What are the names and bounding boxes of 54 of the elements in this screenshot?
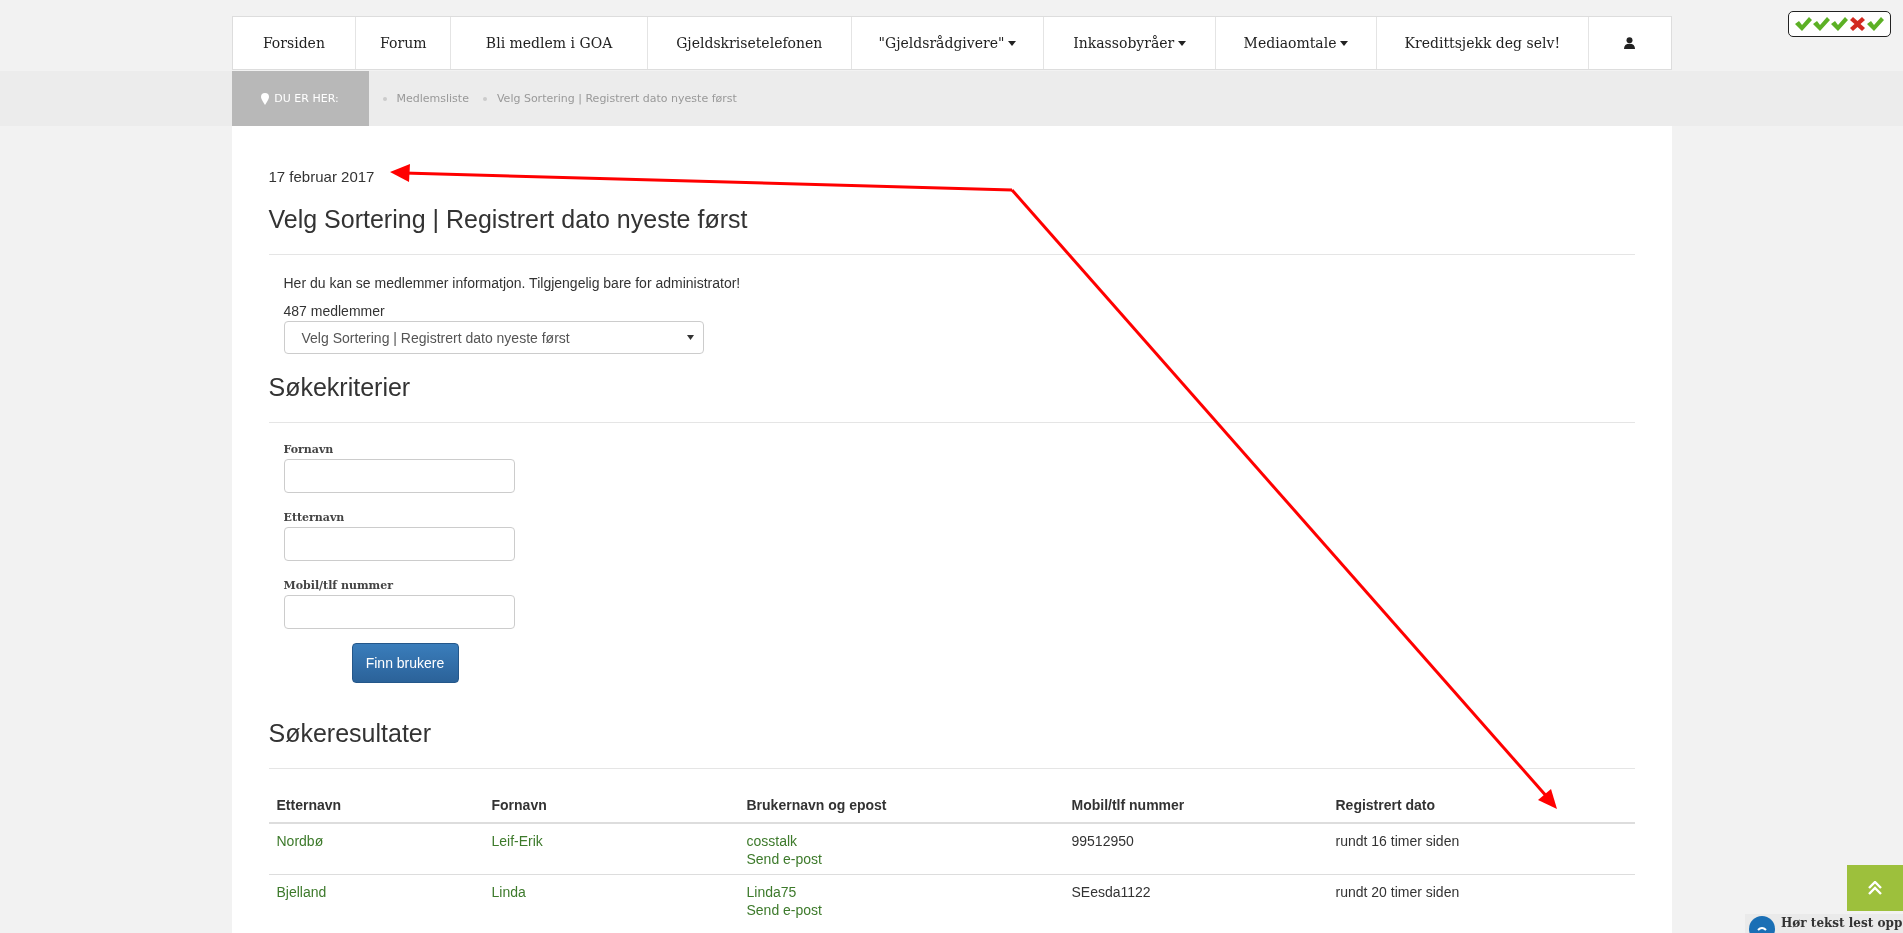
member-count: 487 medlemmer xyxy=(283,303,386,319)
nav-link[interactable]: Gjeldskrisetelefonen xyxy=(647,17,852,69)
caret-icon xyxy=(1008,40,1017,46)
section-heading: Søkeresultater xyxy=(268,719,433,748)
nav-link[interactable]: Forsiden xyxy=(232,17,357,69)
field-label: Mobil/tlf nummer xyxy=(283,579,393,592)
breadcrumb-label: DU ER HER: xyxy=(231,71,369,126)
nav-link[interactable]: Forum xyxy=(356,17,452,69)
nav-link[interactable]: Kredittsjekk deg selv! xyxy=(1376,17,1589,69)
nav-link[interactable]: Bli medlem i GOA xyxy=(451,17,648,69)
post-date: 17 februar 2017 xyxy=(268,168,375,185)
table-link[interactable]: Linda xyxy=(491,884,526,900)
nav-link[interactable]: Mediaomtale xyxy=(1216,17,1377,69)
scroll-top-button[interactable] xyxy=(1847,865,1903,911)
column-header: Registrert dato xyxy=(1335,797,1436,813)
table-cell: rundt 20 timer siden xyxy=(1335,884,1460,900)
column-header: Mobil/tlf nummer xyxy=(1071,797,1185,813)
nav-link[interactable]: "Gjeldsrådgivere" xyxy=(851,17,1045,69)
check-icon xyxy=(1795,17,1812,31)
column-header: Fornavn xyxy=(491,797,547,813)
cross-icon xyxy=(1849,17,1866,31)
field-label: Fornavn xyxy=(283,443,334,456)
table-cell: 99512950 xyxy=(1071,833,1134,849)
user-icon xyxy=(1624,37,1636,49)
input-field[interactable] xyxy=(283,459,515,493)
check-icon xyxy=(1867,17,1884,31)
check-icon xyxy=(1813,17,1830,31)
table-link[interactable]: cosstalk xyxy=(746,832,798,850)
caret-icon xyxy=(1178,40,1187,46)
listen-widget[interactable]: Hør tekst lest opp xyxy=(1745,914,1903,933)
intro-text: Her du kan se medlemmer informatjon. Tilgjengelig bare for administrator! xyxy=(283,275,742,291)
table-link[interactable]: Leif-Erik xyxy=(491,833,543,849)
table-link[interactable]: Bjelland xyxy=(276,884,327,900)
email-link[interactable]: Send e-post xyxy=(746,901,822,919)
double-chevron-up-icon xyxy=(1868,881,1882,895)
table-link[interactable]: Nordbø xyxy=(276,833,324,849)
table-link[interactable]: Linda75 xyxy=(746,883,797,901)
sort-dropdown[interactable]: Velg Sortering | Registrert dato nyeste først xyxy=(283,321,704,354)
field-label: Etternavn xyxy=(283,511,345,524)
input-field[interactable] xyxy=(283,595,515,629)
table-cell: SEesda1122 xyxy=(1071,884,1151,900)
input-field[interactable] xyxy=(283,527,515,561)
check-icon xyxy=(1831,17,1848,31)
nav-link[interactable]: Inkassobyråer xyxy=(1044,17,1217,69)
caret-icon xyxy=(686,335,694,340)
table-cell: rundt 16 timer siden xyxy=(1335,833,1460,849)
page-title: Velg Sortering | Registrert dato nyeste først xyxy=(268,205,749,234)
section-heading: Søkekriterier xyxy=(268,373,412,402)
caret-icon xyxy=(1340,40,1349,46)
email-link[interactable]: Send e-post xyxy=(746,850,822,868)
search-button[interactable]: Finn brukere xyxy=(351,643,459,683)
column-header: Etternavn xyxy=(276,797,342,813)
location-pin-icon xyxy=(261,92,270,105)
column-header: Brukernavn og epost xyxy=(746,797,887,813)
